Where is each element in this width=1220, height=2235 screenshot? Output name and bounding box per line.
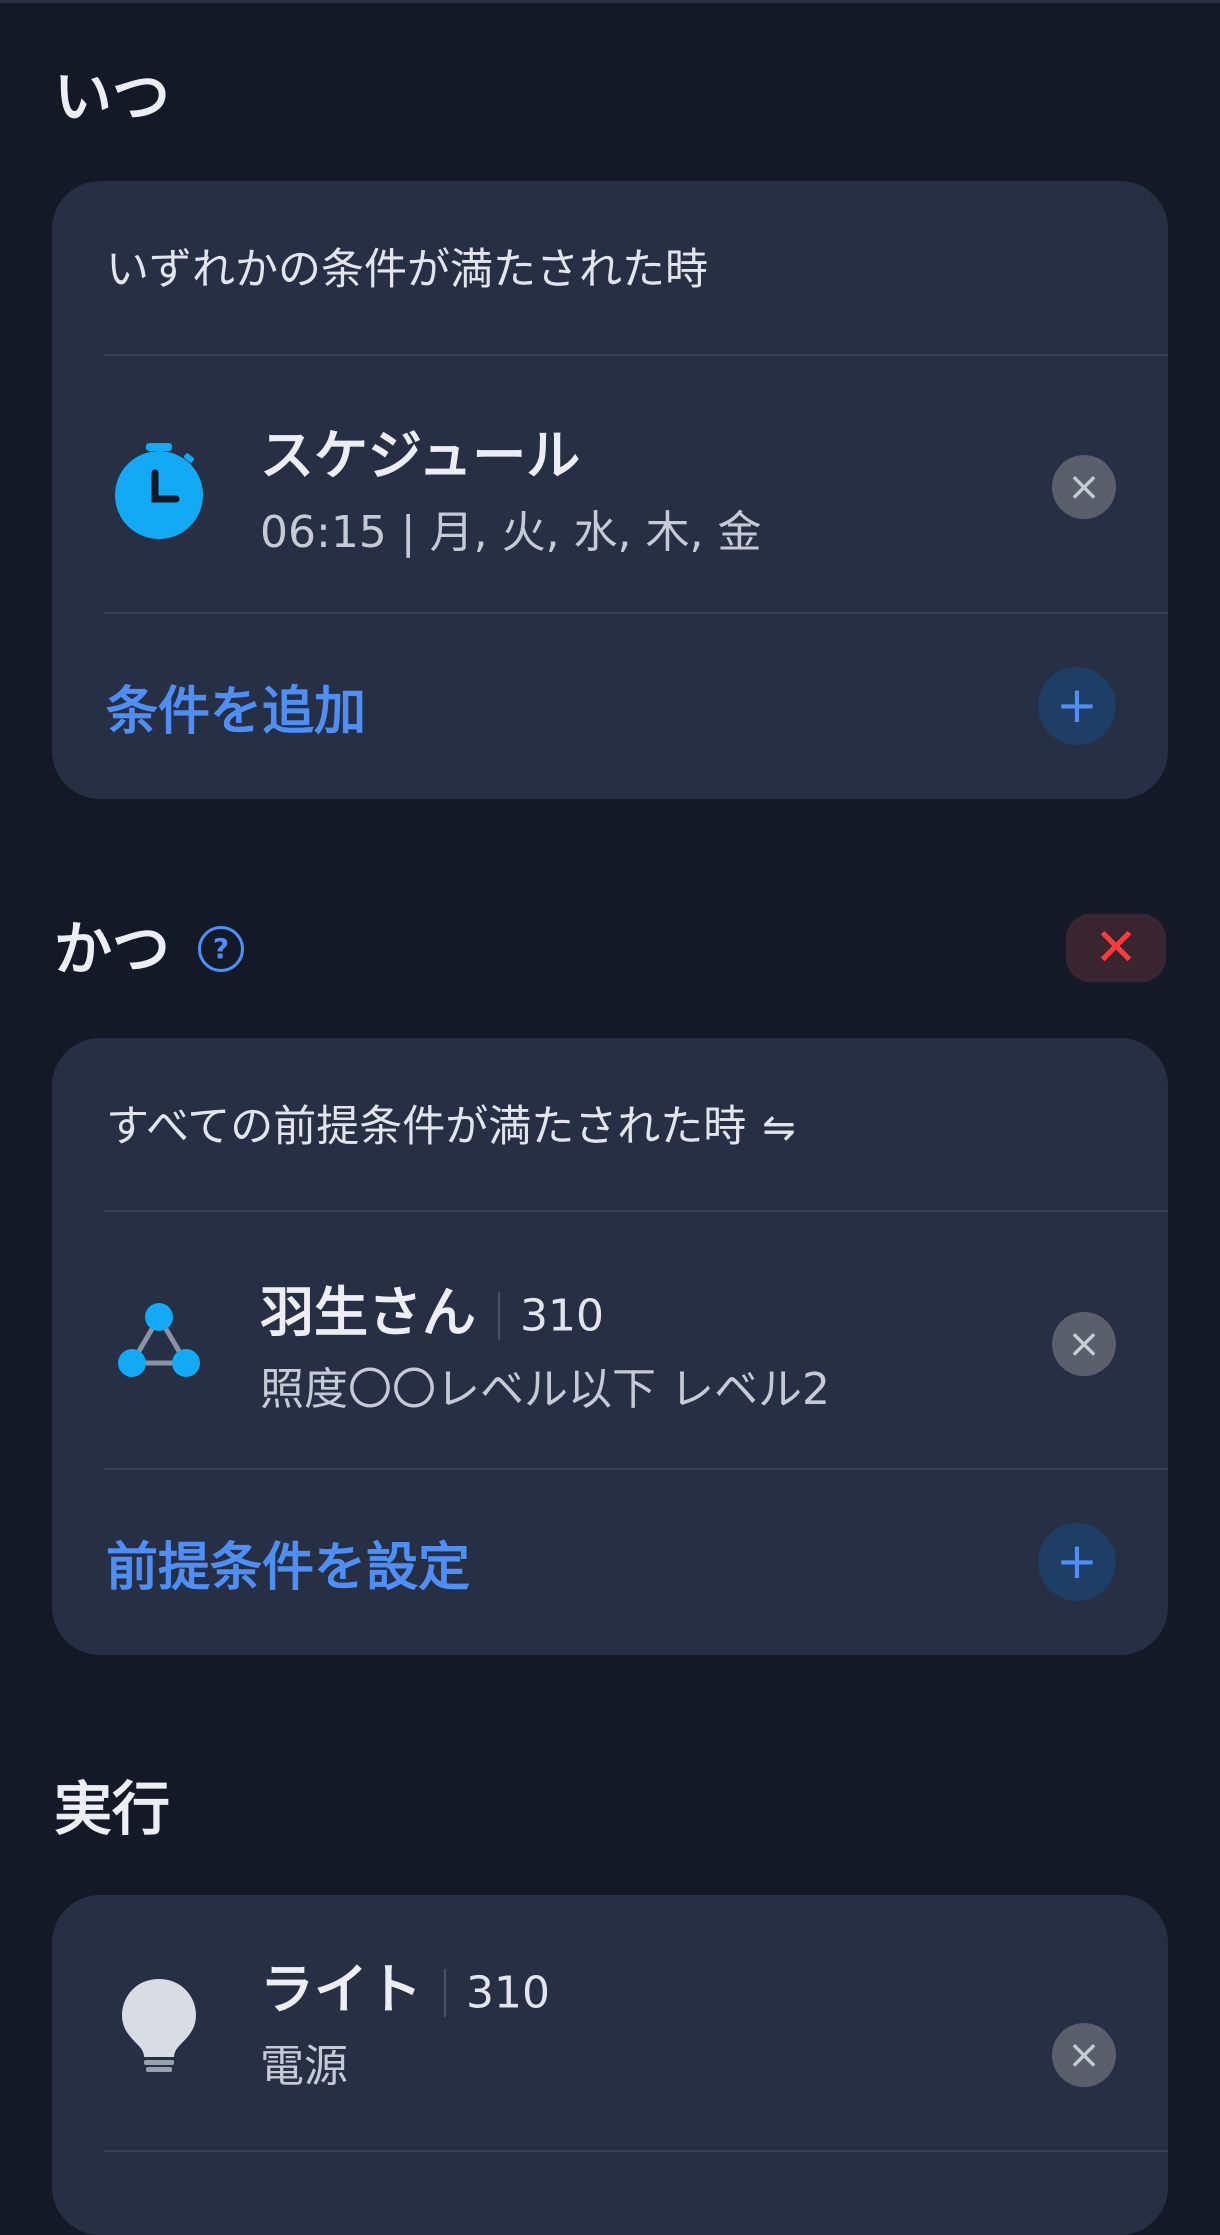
when-card-header: いずれかの条件が満たされた時 xyxy=(106,245,708,295)
and-card-header-text: すべての前提条件が満たされた時 xyxy=(106,1102,747,1152)
light-bulb-icon xyxy=(122,1979,196,2072)
separator xyxy=(444,1969,446,2018)
divider xyxy=(104,612,1168,614)
precondition-count: 310 xyxy=(520,1290,604,1342)
and-section-title: かつ xyxy=(54,915,171,983)
schedule-title: スケジュール xyxy=(260,424,581,487)
remove-condition-button[interactable]: × xyxy=(1052,455,1116,519)
precondition-subtitle: 照度〇〇レベル以下 レベル2 xyxy=(260,1364,830,1415)
precondition-title: 羽生さん 310 xyxy=(260,1286,604,1342)
execute-section-title: 実行 xyxy=(54,1775,171,1843)
add-condition-button[interactable]: + xyxy=(1038,667,1116,745)
divider xyxy=(104,1468,1168,1470)
when-card: いずれかの条件が満たされた時 スケジュール 06:15 | 月, 火, 水, 木… xyxy=(52,181,1168,799)
action-subtitle: 電源 xyxy=(260,2041,348,2092)
divider xyxy=(104,2150,1168,2152)
remove-action-button[interactable]: × xyxy=(1052,2023,1116,2087)
execute-card: ライト 310 電源 × xyxy=(52,1895,1168,2235)
help-icon[interactable]: ? xyxy=(198,926,244,972)
top-divider xyxy=(0,0,1220,3)
divider xyxy=(104,354,1168,356)
action-count: 310 xyxy=(466,1967,550,2019)
hub-icon xyxy=(118,1303,200,1377)
action-title: ライト 310 xyxy=(260,1963,550,2019)
remove-precondition-button[interactable]: × xyxy=(1052,1312,1116,1376)
precondition-device-name: 羽生さん xyxy=(260,1281,476,1344)
action-device-name: ライト xyxy=(260,1958,422,2021)
swap-icon[interactable]: ⇋ xyxy=(762,1105,796,1151)
and-card-header[interactable]: すべての前提条件が満たされた時 ⇋ xyxy=(106,1106,796,1149)
when-section-title: いつ xyxy=(54,63,171,131)
set-precondition-link[interactable]: 前提条件を設定 xyxy=(106,1542,470,1594)
remove-section-button[interactable]: ✕ xyxy=(1066,914,1166,982)
and-card: すべての前提条件が満たされた時 ⇋ 羽生さん 310 照度〇〇レベル以下 レベル2 … xyxy=(52,1038,1168,1655)
divider xyxy=(104,1210,1168,1212)
add-condition-link[interactable]: 条件を追加 xyxy=(106,686,366,738)
schedule-subtitle: 06:15 | 月, 火, 水, 木, 金 xyxy=(260,507,762,558)
separator xyxy=(498,1292,500,1341)
timer-icon xyxy=(115,443,203,539)
add-precondition-button[interactable]: + xyxy=(1038,1523,1116,1601)
